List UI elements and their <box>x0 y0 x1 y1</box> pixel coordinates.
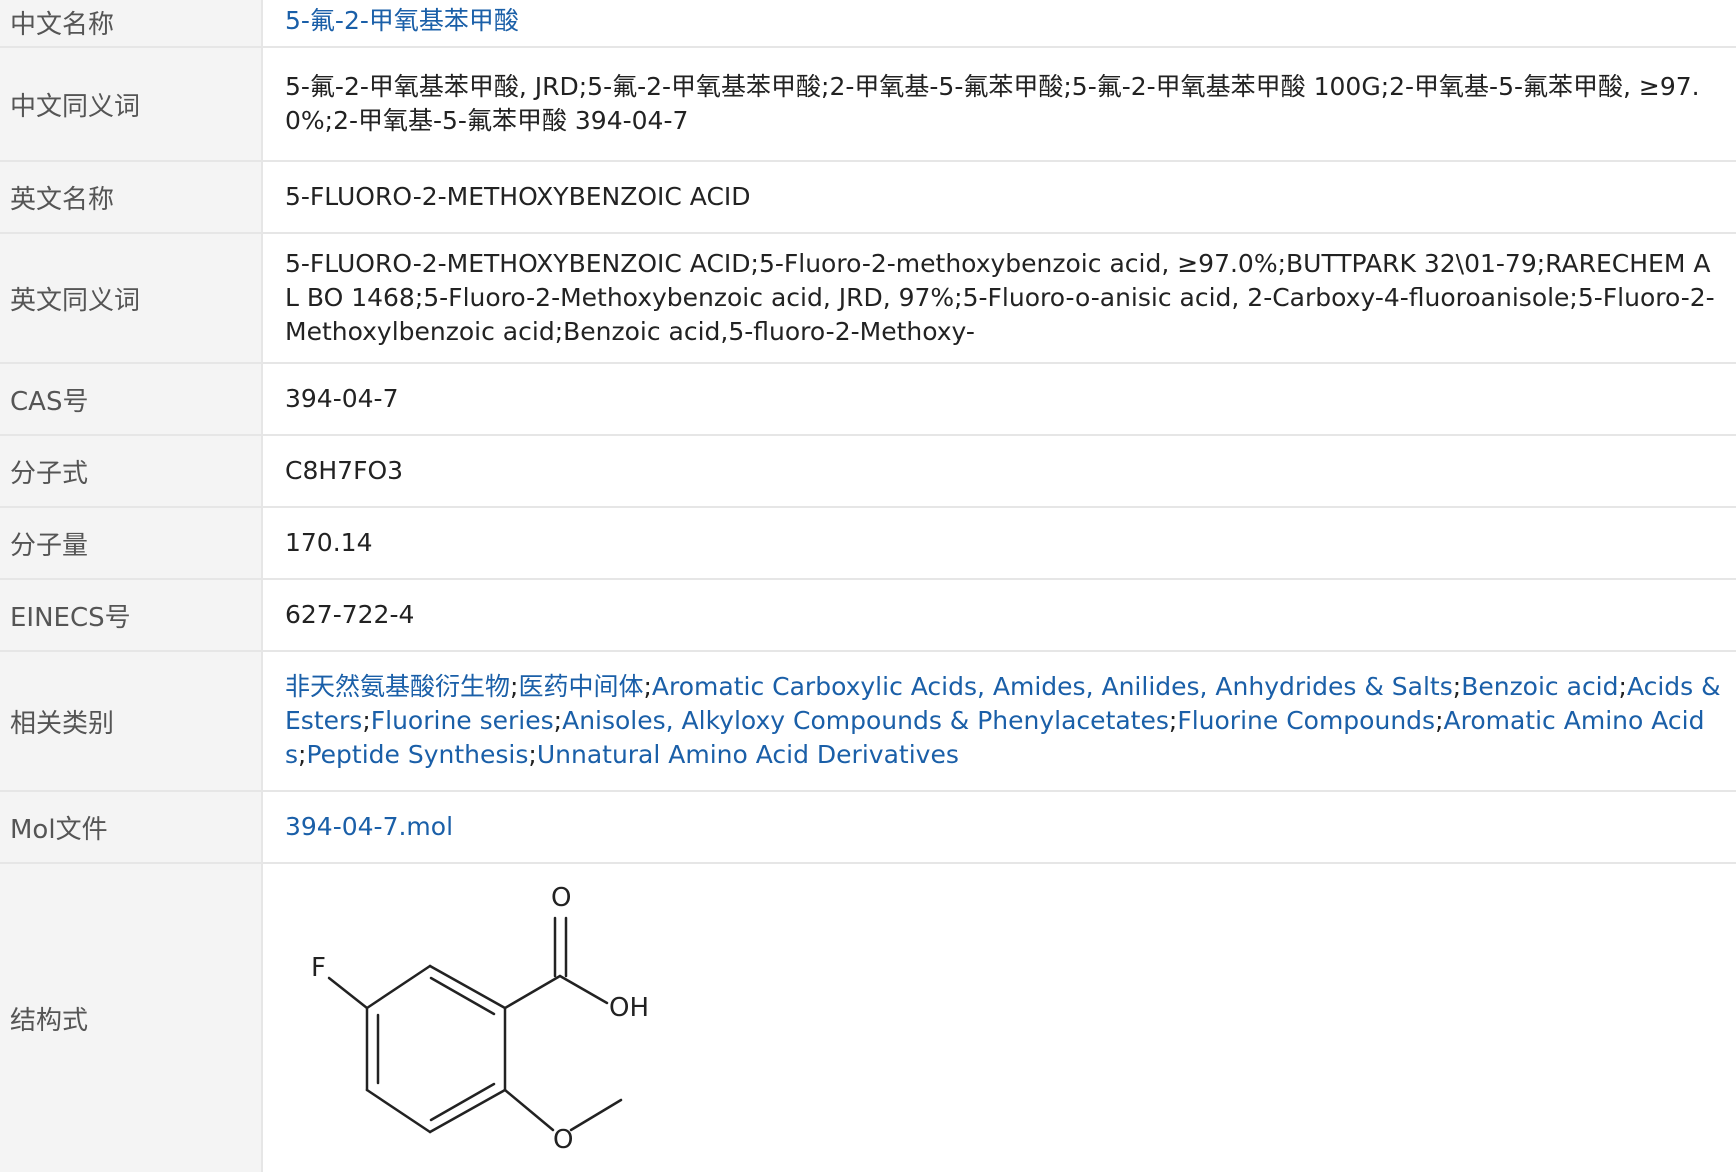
category-separator: ; <box>362 706 371 735</box>
row-english-synonyms: 英文同义词 5-FLUORO-2-METHOXYBENZOIC ACID;5-F… <box>0 233 1736 364</box>
chinese-synonyms-value: 5-氟-2-甲氧基苯甲酸, JRD;5-氟-2-甲氧基苯甲酸;2-甲氧基-5-氟… <box>262 47 1736 162</box>
ring-bond <box>365 1088 432 1134</box>
category-separator: ; <box>643 672 652 701</box>
row-structure: 结构式 F O OH O <box>0 863 1736 1172</box>
ether-bond <box>503 1088 555 1132</box>
chinese-name-link[interactable]: 5-氟-2-甲氧基苯甲酸 <box>285 6 519 35</box>
row-formula: 分子式 C8H7FO3 <box>0 435 1736 508</box>
row-mol-file: Mol文件 394-04-7.mol <box>0 791 1736 864</box>
label-mol-file: Mol文件 <box>0 791 263 864</box>
english-synonyms-value: 5-FLUORO-2-METHOXYBENZOIC ACID;5-Fluoro-… <box>262 233 1736 364</box>
hydroxyl-bond <box>558 974 609 1005</box>
category-link[interactable]: Fluorine series <box>371 706 554 735</box>
category-separator: ; <box>528 740 537 769</box>
label-english-name: 英文名称 <box>0 161 263 234</box>
category-link[interactable]: Benzoic acid <box>1461 672 1618 701</box>
ring-bond <box>428 1088 507 1134</box>
label-structure: 结构式 <box>0 863 263 1172</box>
label-cas: CAS号 <box>0 363 263 436</box>
carboxyl-bond <box>503 974 562 1010</box>
category-link[interactable]: Peptide Synthesis <box>306 740 528 769</box>
structure-bonds <box>327 916 623 1134</box>
category-separator: ; <box>553 706 563 735</box>
weight-value: 170.14 <box>262 507 1736 580</box>
label-categories: 相关类别 <box>0 651 263 792</box>
category-link[interactable]: 医药中间体 <box>518 672 643 701</box>
english-name-value: 5-FLUORO-2-METHOXYBENZOIC ACID <box>262 161 1736 234</box>
row-weight: 分子量 170.14 <box>0 507 1736 580</box>
formula-value: C8H7FO3 <box>262 435 1736 508</box>
label-chinese-name: 中文名称 <box>0 0 263 48</box>
category-link[interactable]: Anisoles, Alkyloxy Compounds & Phenylace… <box>562 706 1169 735</box>
ring-bond <box>365 964 432 1010</box>
ring-bond <box>428 964 507 1010</box>
category-separator: ; <box>1435 706 1444 735</box>
mol-file-link[interactable]: 394-04-7.mol <box>285 812 453 841</box>
category-link[interactable]: Unnatural Amino Acid Derivatives <box>537 740 959 769</box>
row-einecs: EINECS号 627-722-4 <box>0 579 1736 652</box>
row-categories: 相关类别 非天然氨基酸衍生物;医药中间体;Aromatic Carboxylic… <box>0 651 1736 792</box>
label-chinese-synonyms: 中文同义词 <box>0 47 263 162</box>
category-link[interactable]: Fluorine Compounds <box>1177 706 1435 735</box>
category-link[interactable]: 非天然氨基酸衍生物 <box>285 672 510 701</box>
row-english-name: 英文名称 5-FLUORO-2-METHOXYBENZOIC ACID <box>0 161 1736 234</box>
row-chinese-synonyms: 中文同义词 5-氟-2-甲氧基苯甲酸, JRD;5-氟-2-甲氧基苯甲酸;2-甲… <box>0 47 1736 162</box>
category-separator: ; <box>1618 672 1627 701</box>
structure-diagram: F O OH O <box>311 883 649 1155</box>
carbonyl-oxygen-label: O <box>551 883 571 913</box>
row-chinese-name: 中文名称 5-氟-2-甲氧基苯甲酸 <box>0 0 1736 48</box>
einecs-value: 627-722-4 <box>262 579 1736 652</box>
label-english-synonyms: 英文同义词 <box>0 233 263 364</box>
categories-value: 非天然氨基酸衍生物;医药中间体;Aromatic Carboxylic Acid… <box>262 651 1736 792</box>
category-separator: ; <box>1452 672 1462 701</box>
cas-value: 394-04-7 <box>262 363 1736 436</box>
fluorine-bond <box>327 976 369 1010</box>
ether-oxygen-label: O <box>553 1125 573 1155</box>
methyl-bond <box>569 1098 623 1132</box>
property-table: 中文名称 5-氟-2-甲氧基苯甲酸 中文同义词 5-氟-2-甲氧基苯甲酸, JR… <box>0 0 1736 1172</box>
row-cas: CAS号 394-04-7 <box>0 363 1736 436</box>
label-formula: 分子式 <box>0 435 263 508</box>
label-weight: 分子量 <box>0 507 263 580</box>
fluorine-atom-label: F <box>311 953 326 983</box>
category-link[interactable]: Aromatic Carboxylic Acids, Amides, Anili… <box>652 672 1453 701</box>
hydroxyl-label: OH <box>609 993 649 1023</box>
label-einecs: EINECS号 <box>0 579 263 652</box>
